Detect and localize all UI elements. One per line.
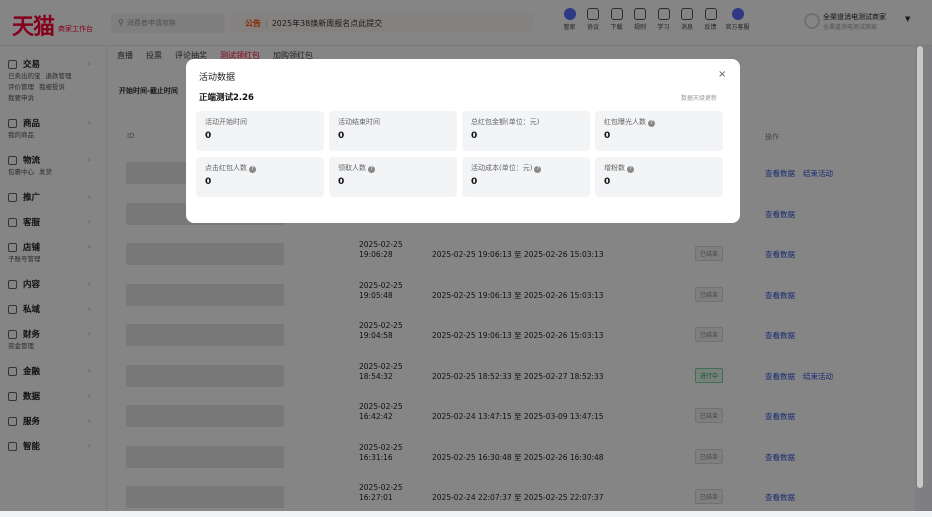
stat-value: 0 xyxy=(604,177,611,187)
help-icon[interactable]: ? xyxy=(627,166,634,173)
help-icon[interactable]: ? xyxy=(534,166,542,173)
stat-label-text: 红包曝光人数 xyxy=(604,118,646,126)
update-note: 数据天级更新 xyxy=(681,95,718,102)
close-icon[interactable]: × xyxy=(718,69,726,80)
stat-label: 点击红包人数? xyxy=(205,163,324,173)
stat-label-text: 点击红包人数 xyxy=(205,164,247,172)
stat-label: 领取人数? xyxy=(338,163,457,173)
stat-value: 0 xyxy=(205,177,212,187)
stat-value: 0 xyxy=(338,131,345,141)
stat-label-text: 增粉数 xyxy=(604,164,625,172)
stat-label-text: 活动结束时间 xyxy=(338,118,380,126)
activity-data-modal: 活动数据 × 正端测试2.26 数据天级更新 活动开始时间 0 活动结束时间 0 总红包… xyxy=(186,59,740,223)
stat-card: 总红包金额(单位：元) 0 xyxy=(462,111,590,151)
help-icon[interactable]: ? xyxy=(368,166,375,173)
stat-label-text: 总红包金额(单位：元) xyxy=(471,118,540,126)
stat-label-text: 领取人数 xyxy=(338,164,366,172)
stat-cards: 活动开始时间 0 活动结束时间 0 总红包金额(单位：元) 0 红包曝光人数? 0 点击红包人数… xyxy=(196,111,724,197)
stat-label: 活动成本(单位：元)? xyxy=(471,163,590,173)
stat-card: 点击红包人数? 0 xyxy=(196,157,324,197)
stat-label: 活动结束时间 xyxy=(338,117,457,127)
stat-card: 领取人数? 0 xyxy=(329,157,457,197)
stat-label: 红包曝光人数? xyxy=(604,117,723,127)
stat-label-text: 活动成本(单位：元) xyxy=(471,164,533,172)
help-icon[interactable]: ? xyxy=(648,120,655,127)
stat-label: 总红包金额(单位：元) xyxy=(471,117,590,127)
activity-name: 正端测试2.26 xyxy=(199,93,254,103)
stat-value: 0 xyxy=(338,177,345,187)
stat-card: 活动开始时间 0 xyxy=(196,111,324,151)
stat-value: 0 xyxy=(604,131,611,141)
stat-value: 0 xyxy=(471,177,478,187)
stat-value: 0 xyxy=(205,131,212,141)
stat-card: 活动结束时间 0 xyxy=(329,111,457,151)
stat-label: 活动开始时间 xyxy=(205,117,324,127)
stat-value: 0 xyxy=(471,131,478,141)
stat-card: 活动成本(单位：元)? 0 xyxy=(462,157,590,197)
modal-title: 活动数据 xyxy=(199,73,236,83)
stat-card: 红包曝光人数? 0 xyxy=(595,111,723,151)
help-icon[interactable]: ? xyxy=(249,166,256,173)
stat-label-text: 活动开始时间 xyxy=(205,118,247,126)
stat-label: 增粉数? xyxy=(604,163,723,173)
scrollbar[interactable] xyxy=(917,46,923,488)
stat-card: 增粉数? 0 xyxy=(595,157,723,197)
